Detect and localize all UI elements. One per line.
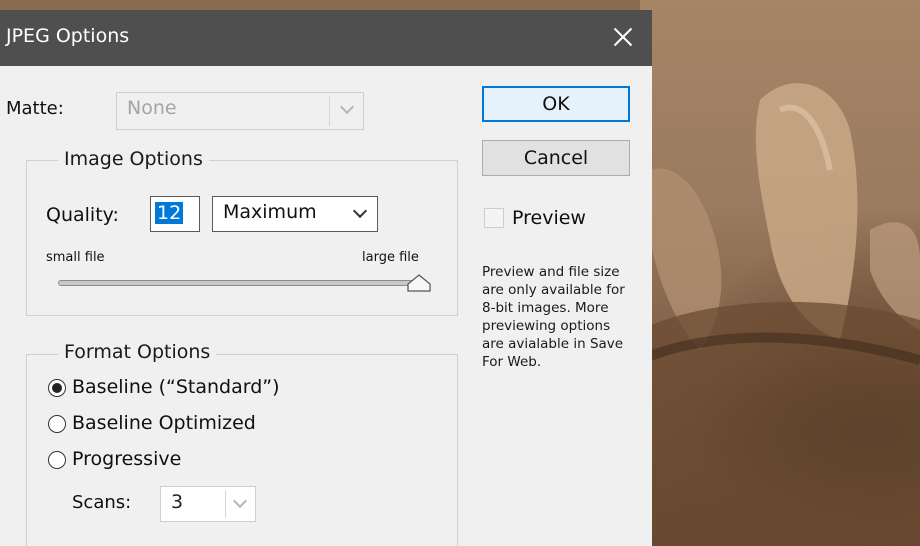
matte-value: None — [127, 97, 177, 119]
close-icon[interactable] — [608, 22, 638, 52]
baseline-optimized-radio[interactable] — [48, 415, 66, 433]
large-file-label: large file — [362, 250, 419, 265]
scans-select[interactable]: 3 — [160, 486, 256, 522]
preview-note: Preview and file size are only available… — [482, 264, 625, 370]
chevron-down-icon — [339, 99, 355, 115]
image-options-group — [26, 160, 458, 316]
quality-label: Quality: — [46, 204, 119, 226]
quality-slider-track[interactable] — [58, 280, 426, 286]
cancel-button[interactable]: Cancel — [482, 140, 630, 176]
scans-value: 3 — [171, 491, 184, 513]
progressive-label: Progressive — [72, 448, 182, 470]
background-photo — [640, 0, 920, 546]
matte-select[interactable]: None — [116, 92, 364, 130]
preview-label: Preview — [512, 207, 586, 229]
quality-input[interactable]: 12 — [150, 196, 200, 232]
title-bar: JPEG Options — [0, 10, 652, 66]
baseline-optimized-label: Baseline Optimized — [72, 412, 256, 434]
quality-preset-value: Maximum — [223, 201, 317, 223]
progressive-radio[interactable] — [48, 451, 66, 469]
small-file-label: small file — [46, 250, 105, 265]
jpeg-options-dialog: JPEG Options Matte: None OK Cancel Previ… — [0, 10, 652, 546]
quality-slider-thumb[interactable] — [407, 274, 431, 292]
scans-label: Scans: — [72, 492, 132, 513]
dialog-title: JPEG Options — [6, 25, 130, 47]
baseline-standard-radio[interactable] — [48, 379, 66, 397]
image-options-legend: Image Options — [58, 148, 209, 170]
chevron-down-icon — [352, 203, 368, 219]
chevron-down-icon — [232, 493, 248, 509]
baseline-standard-label: Baseline (“Standard”) — [72, 376, 280, 398]
preview-checkbox[interactable] — [484, 208, 504, 228]
ok-button[interactable]: OK — [482, 86, 630, 122]
matte-label: Matte: — [6, 98, 64, 119]
format-options-legend: Format Options — [58, 341, 217, 363]
quality-preset-select[interactable]: Maximum — [212, 196, 378, 232]
quality-value: 12 — [155, 202, 184, 224]
